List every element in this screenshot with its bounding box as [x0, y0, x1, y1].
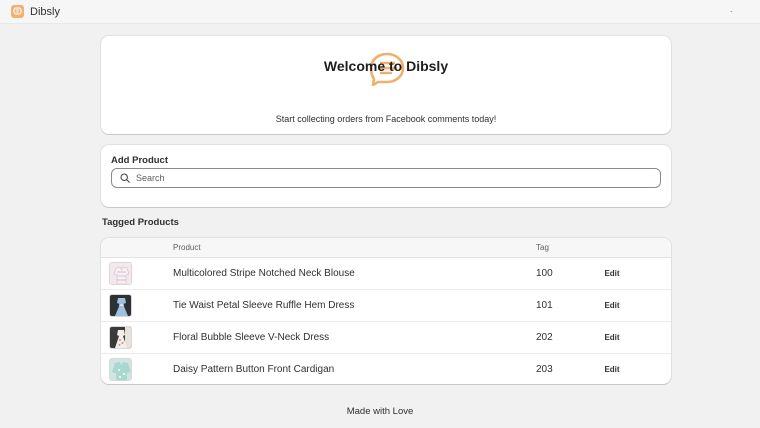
column-header-product: Product — [173, 243, 201, 252]
product-name: Multicolored Stripe Notched Neck Blouse — [173, 268, 355, 279]
product-tag: 202 — [536, 332, 553, 343]
table-header: Product Tag — [101, 238, 671, 258]
welcome-title: Welcome to Dibsly — [323, 58, 449, 74]
tagged-products-title: Tagged Products — [102, 217, 179, 228]
edit-button[interactable]: Edit — [599, 299, 625, 313]
more-menu-dot[interactable]: . — [730, 4, 733, 14]
product-tag: 100 — [536, 268, 553, 279]
welcome-card: Welcome to Dibsly Start collecting order… — [101, 36, 671, 134]
app-title: Dibsly — [30, 6, 60, 18]
footer-text: Made with Love — [346, 406, 414, 417]
add-product-card: Add Product — [101, 145, 671, 207]
table-row: Floral Bubble Sleeve V-Neck Dress 202 Ed… — [101, 322, 671, 354]
product-thumbnail — [109, 358, 132, 381]
edit-button[interactable]: Edit — [599, 267, 625, 281]
product-tag: 101 — [536, 300, 553, 311]
search-input[interactable] — [136, 171, 636, 185]
table-row: Daisy Pattern Button Front Cardigan 203 … — [101, 354, 671, 384]
search-field[interactable] — [111, 168, 661, 188]
product-thumbnail — [109, 294, 132, 317]
search-icon — [120, 173, 130, 183]
product-name: Daisy Pattern Button Front Cardigan — [173, 364, 335, 375]
edit-button[interactable]: Edit — [599, 331, 625, 345]
product-thumbnail — [109, 326, 132, 349]
product-tag: 203 — [536, 364, 553, 375]
edit-button[interactable]: Edit — [599, 363, 625, 377]
app-logo-icon — [11, 5, 24, 18]
table-row: Multicolored Stripe Notched Neck Blouse … — [101, 258, 671, 290]
welcome-subtitle: Start collecting orders from Facebook co… — [275, 114, 497, 124]
product-name: Tie Waist Petal Sleeve Ruffle Hem Dress — [173, 300, 355, 311]
tagged-products-table: Product Tag Multicolored Stripe Notched … — [101, 238, 671, 384]
add-product-title: Add Product — [111, 155, 168, 166]
product-name: Floral Bubble Sleeve V-Neck Dress — [173, 332, 330, 343]
column-header-tag: Tag — [536, 243, 549, 252]
product-thumbnail — [109, 262, 132, 285]
top-bar: Dibsly . — [0, 0, 760, 24]
table-row: Tie Waist Petal Sleeve Ruffle Hem Dress … — [101, 290, 671, 322]
